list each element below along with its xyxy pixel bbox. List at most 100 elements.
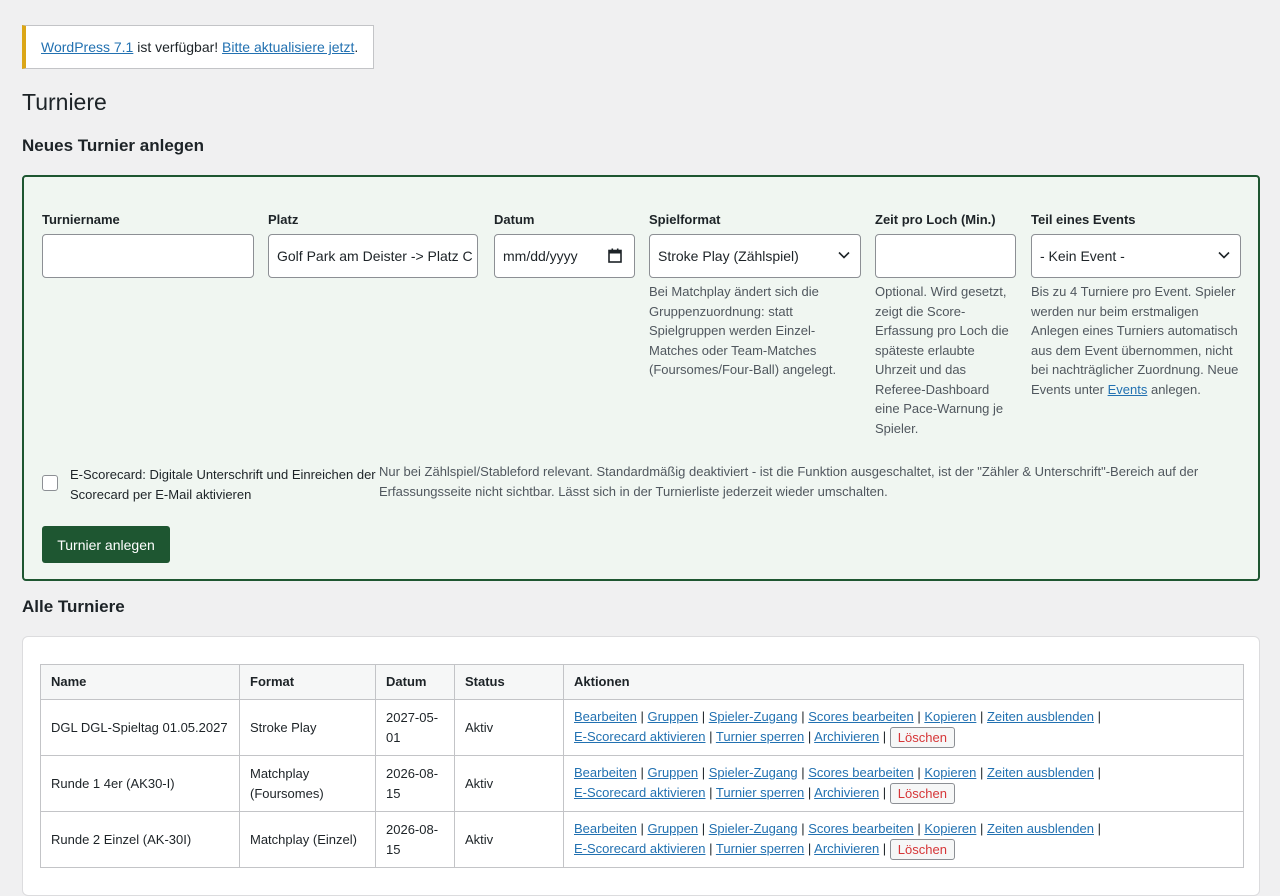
player-access-link[interactable]: Spieler-Zugang — [709, 821, 798, 836]
separator: | — [913, 821, 925, 837]
cell-actions: Bearbeiten | Gruppen | Spieler-Zugang | … — [563, 699, 1244, 756]
field-format: Spielformat Stroke Play (Zählspiel) Bei … — [649, 211, 861, 380]
update-now-link[interactable]: Bitte aktualisiere jetzt — [222, 39, 354, 55]
separator: | — [804, 840, 815, 856]
events-link[interactable]: Events — [1108, 382, 1148, 397]
copy-link[interactable]: Kopieren — [924, 821, 976, 836]
tournament-name-label: Turniername — [42, 212, 120, 227]
calendar-icon[interactable] — [608, 248, 622, 263]
copy-link[interactable]: Kopieren — [924, 709, 976, 724]
separator: | — [705, 728, 716, 744]
delete-button[interactable]: Löschen — [889, 782, 955, 804]
field-event: Teil eines Events - Kein Event - Bis zu … — [1031, 211, 1241, 399]
separator: | — [797, 821, 809, 837]
groups-link[interactable]: Gruppen — [648, 709, 699, 724]
separator: | — [797, 765, 809, 781]
activate-escorecard-link[interactable]: E-Scorecard aktivieren — [574, 785, 706, 800]
separator: | — [1093, 709, 1101, 725]
time-per-hole-help: Optional. Wird gesetzt, zeigt die Score-… — [875, 284, 1009, 436]
separator: | — [879, 840, 890, 856]
cell-status: Aktiv — [454, 811, 564, 868]
tournament-name-input[interactable] — [42, 234, 254, 278]
archive-link[interactable]: Archivieren — [814, 841, 879, 856]
separator: | — [1093, 765, 1101, 781]
time-per-hole-label: Zeit pro Loch (Min.) — [875, 212, 996, 227]
field-time-per-hole: Zeit pro Loch (Min.) Optional. Wird gese… — [875, 211, 1016, 438]
activate-escorecard-link[interactable]: E-Scorecard aktivieren — [574, 729, 706, 744]
separator: | — [705, 784, 716, 800]
archive-link[interactable]: Archivieren — [814, 785, 879, 800]
separator: | — [879, 784, 890, 800]
edit-scores-link[interactable]: Scores bearbeiten — [808, 709, 914, 724]
separator: | — [804, 728, 815, 744]
separator: | — [698, 821, 709, 837]
cell-actions: Bearbeiten | Gruppen | Spieler-Zugang | … — [563, 811, 1244, 868]
edit-scores-link[interactable]: Scores bearbeiten — [808, 821, 914, 836]
cell-status: Aktiv — [454, 755, 564, 812]
edit-link[interactable]: Bearbeiten — [574, 821, 637, 836]
cell-format: Stroke Play — [239, 699, 376, 756]
table-row: Runde 1 4er (AK30-I) Matchplay (Foursomes… — [40, 755, 1244, 812]
new-tournament-form: Turniername Platz Golf Park am Deister -… — [22, 175, 1260, 581]
col-actions-header: Aktionen — [563, 664, 1244, 700]
archive-link[interactable]: Archivieren — [814, 729, 879, 744]
delete-button[interactable]: Löschen — [889, 838, 955, 860]
separator: | — [804, 784, 815, 800]
edit-scores-link[interactable]: Scores bearbeiten — [808, 765, 914, 780]
cell-name: Runde 2 Einzel (AK-30I) — [40, 811, 240, 868]
update-notice: WordPress 7.1 ist verfügbar! Bitte aktua… — [22, 25, 374, 69]
separator: | — [976, 765, 987, 781]
escorecard-checkbox[interactable] — [42, 475, 58, 491]
course-select-value: Golf Park am Deister -> Platz C — [277, 248, 473, 264]
format-help: Bei Matchplay ändert sich die Gruppenzuo… — [649, 284, 837, 377]
create-tournament-button[interactable]: Turnier anlegen — [42, 526, 170, 563]
time-per-hole-input[interactable] — [875, 234, 1016, 278]
player-access-link[interactable]: Spieler-Zugang — [709, 765, 798, 780]
hide-times-link[interactable]: Zeiten ausblenden — [987, 709, 1094, 724]
format-select[interactable]: Stroke Play (Zählspiel) — [649, 234, 861, 278]
separator: | — [797, 709, 809, 725]
edit-link[interactable]: Bearbeiten — [574, 709, 637, 724]
groups-link[interactable]: Gruppen — [648, 821, 699, 836]
separator: | — [636, 765, 648, 781]
player-access-link[interactable]: Spieler-Zugang — [709, 709, 798, 724]
format-select-value: Stroke Play (Zählspiel) — [658, 248, 799, 264]
activate-escorecard-link[interactable]: E-Scorecard aktivieren — [574, 841, 706, 856]
chevron-down-icon — [838, 251, 850, 259]
edit-link[interactable]: Bearbeiten — [574, 765, 637, 780]
field-date: Datum mm/dd/yyyy — [494, 211, 635, 278]
lock-tournament-link[interactable]: Turnier sperren — [716, 785, 804, 800]
course-label: Platz — [268, 212, 299, 227]
separator: | — [913, 765, 925, 781]
date-input[interactable]: mm/dd/yyyy — [494, 234, 635, 278]
course-select[interactable]: Golf Park am Deister -> Platz C — [268, 234, 478, 278]
wordpress-version-link[interactable]: WordPress 7.1 — [41, 39, 133, 55]
col-date-header: Datum — [375, 664, 455, 700]
field-tournament-name: Turniername — [42, 211, 254, 278]
lock-tournament-link[interactable]: Turnier sperren — [716, 729, 804, 744]
separator: | — [976, 821, 987, 837]
separator: | — [636, 709, 648, 725]
event-select[interactable]: - Kein Event - — [1031, 234, 1241, 278]
event-select-value: - Kein Event - — [1040, 248, 1125, 264]
all-tournaments-heading: Alle Turniere — [22, 597, 125, 616]
cell-actions: Bearbeiten | Gruppen | Spieler-Zugang | … — [563, 755, 1244, 812]
separator: | — [879, 728, 890, 744]
cell-format: Matchplay (Foursomes) — [239, 755, 376, 812]
col-name-header: Name — [40, 664, 240, 700]
event-label: Teil eines Events — [1031, 212, 1136, 227]
cell-format: Matchplay (Einzel) — [239, 811, 376, 868]
separator: | — [698, 709, 709, 725]
delete-button[interactable]: Löschen — [889, 726, 955, 748]
tournaments-table: Name Format Datum Status Aktionen DGL DG… — [40, 664, 1244, 868]
notice-end: . — [354, 39, 359, 55]
lock-tournament-link[interactable]: Turnier sperren — [716, 841, 804, 856]
separator: | — [698, 765, 709, 781]
copy-link[interactable]: Kopieren — [924, 765, 976, 780]
escorecard-label[interactable]: E-Scorecard: Digitale Unterschrift und E… — [70, 465, 380, 504]
table-row: DGL DGL-Spieltag 01.05.2027 Stroke Play 20… — [40, 699, 1244, 756]
table-header-row: Name Format Datum Status Aktionen — [40, 664, 1244, 700]
hide-times-link[interactable]: Zeiten ausblenden — [987, 765, 1094, 780]
hide-times-link[interactable]: Zeiten ausblenden — [987, 821, 1094, 836]
groups-link[interactable]: Gruppen — [648, 765, 699, 780]
